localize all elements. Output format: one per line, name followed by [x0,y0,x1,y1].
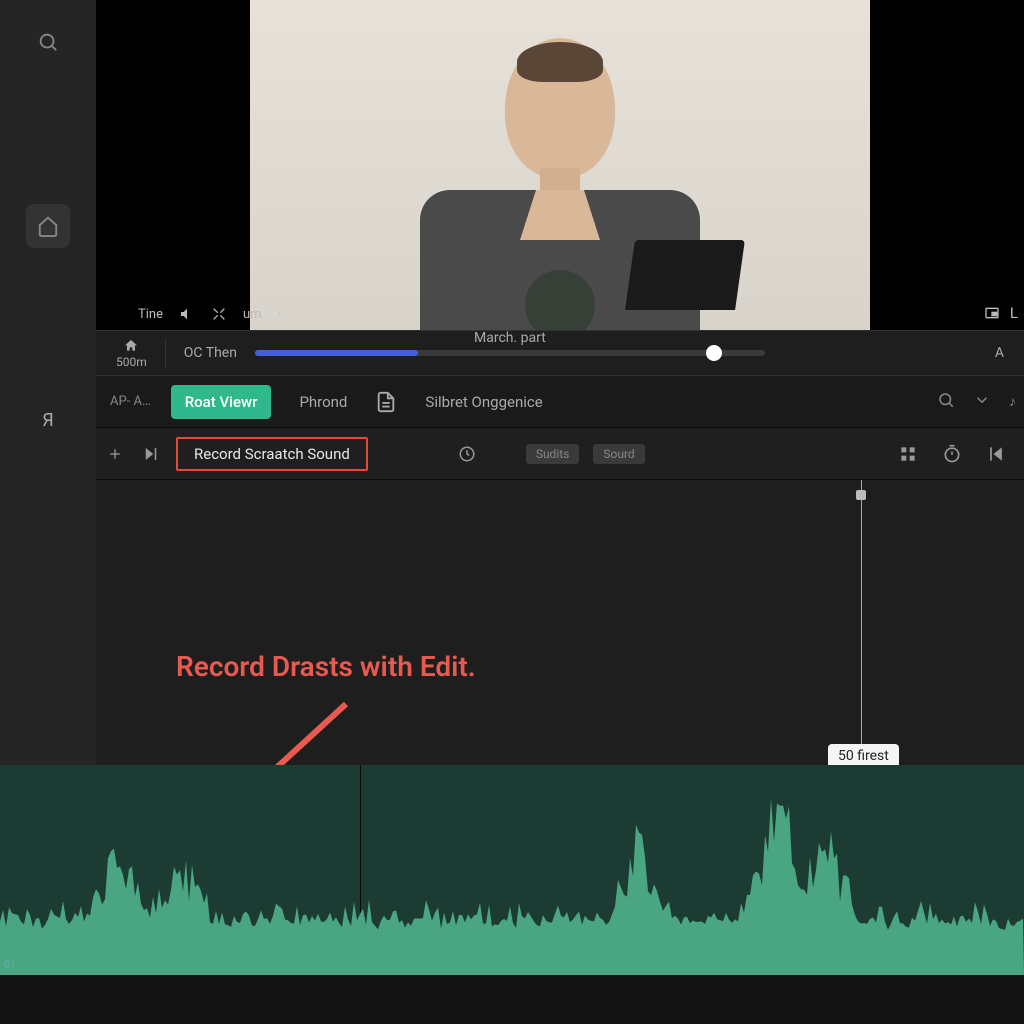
um-label: um [243,307,262,322]
info-row: 500m OC Then March. part A [96,330,1024,376]
footer-bar [0,975,1024,1024]
home-icon[interactable] [26,204,70,248]
info-right-char: A [995,345,1004,361]
record-scratch-button[interactable]: Record Scraatch Sound [176,437,368,471]
volume-icon[interactable] [179,306,195,322]
track-header-row: Record Scraatch Sound Sudits Sourd [96,428,1024,480]
dot-label: · [278,307,281,322]
clock-icon[interactable] [456,445,478,463]
preview-controls-left: Tine um · [138,306,281,322]
home-zoom[interactable]: 500m [116,338,166,369]
skip-forward-icon[interactable] [140,445,162,463]
document-icon[interactable] [375,391,397,413]
progress-mid-label: March. part [474,330,546,346]
search-icon[interactable] [26,20,70,64]
tabs-extra-icon[interactable]: ♪ [1009,393,1016,410]
waveform-track[interactable]: 01 [0,765,1024,975]
wave-label: 01 [4,958,16,971]
preview-controls-right: L [984,304,1018,322]
time-label: Tine [138,307,163,322]
timer-icon[interactable] [942,444,962,464]
tab-short-label: AP- A… [104,394,157,409]
annotation-text: Record Drasts with Edit. [176,650,476,683]
tabs-search-icon[interactable] [937,391,955,413]
skip-start-icon[interactable] [986,444,1006,464]
tab-silbret[interactable]: Silbret Onggenice [411,385,556,419]
pip-icon[interactable] [984,305,1000,321]
progress-bar[interactable]: March. part [255,350,765,356]
grid-icon[interactable] [898,444,918,464]
l-label: L [1010,304,1018,322]
plus-icon[interactable] [104,446,126,462]
pill-sudits[interactable]: Sudits [526,444,580,464]
expand-icon[interactable] [211,306,227,322]
tab-roat-viewer[interactable]: Roat Viewr [171,385,272,419]
rail-text-icon[interactable]: Я [26,398,70,442]
info-left-label: OC Then [184,345,237,361]
pill-sourd[interactable]: Sourd [593,444,644,464]
tab-phrond[interactable]: Phrond [285,385,361,419]
progress-handle[interactable] [706,345,722,361]
video-preview: Tine um · L [96,0,1024,330]
chevron-down-icon[interactable] [973,391,991,413]
playhead-grip[interactable] [856,490,866,500]
tabs-row: AP- A… Roat Viewr Phrond Silbret Onggeni… [96,376,1024,428]
video-frame[interactable] [250,0,870,330]
